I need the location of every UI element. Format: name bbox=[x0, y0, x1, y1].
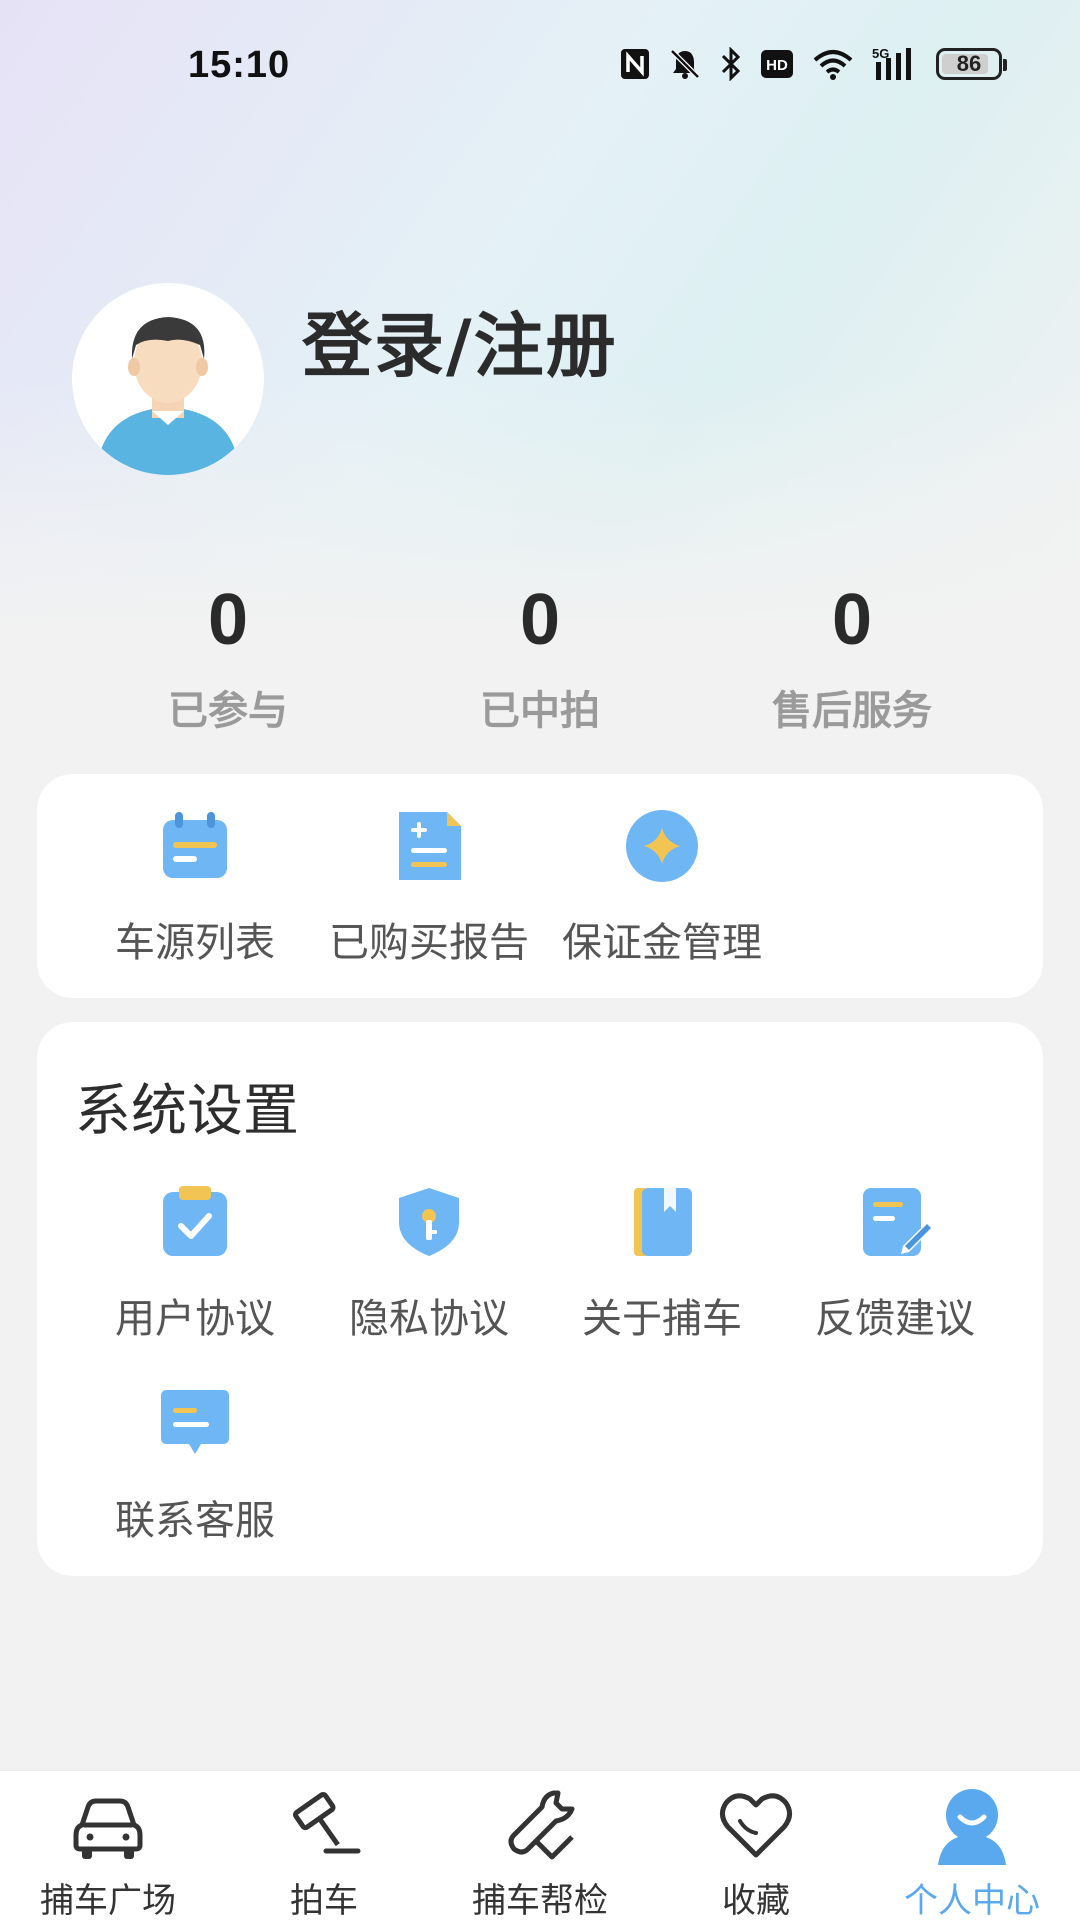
nav-item-personal-center[interactable]: 个人中心 bbox=[864, 1785, 1080, 1920]
bell-muted-icon bbox=[668, 47, 702, 81]
grid-label: 关于捕车 bbox=[582, 1296, 742, 1342]
deposit-coin-icon bbox=[626, 810, 698, 882]
heart-icon bbox=[720, 1793, 792, 1858]
nfc-icon bbox=[620, 48, 650, 80]
grid-label: 反馈建议 bbox=[815, 1296, 975, 1342]
hd-icon: HD bbox=[760, 49, 794, 79]
status-time: 15:10 bbox=[188, 44, 291, 86]
stat-label: 售后服务 bbox=[772, 688, 932, 734]
system-settings-card: 系统设置 用户协议 隐私协议 关于捕车 反馈建议 联系客服 bbox=[37, 1022, 1043, 1576]
book-icon bbox=[634, 1188, 692, 1256]
stat-after-sales[interactable]: 0 售后服务 bbox=[702, 570, 1002, 736]
grid-label: 保证金管理 bbox=[562, 920, 762, 966]
stat-value: 0 bbox=[831, 580, 873, 660]
grid-label: 用户协议 bbox=[115, 1296, 275, 1342]
auction-gavel-icon bbox=[293, 1792, 361, 1854]
avatar[interactable] bbox=[72, 283, 264, 475]
login-register-link[interactable]: 登录/注册 bbox=[302, 290, 618, 391]
grid-label: 隐私协议 bbox=[349, 1296, 509, 1342]
stat-value: 0 bbox=[207, 580, 249, 660]
nav-label: 拍车 bbox=[290, 1881, 358, 1920]
nav-item-auction[interactable]: 拍车 bbox=[216, 1785, 432, 1920]
nav-label: 收藏 bbox=[722, 1881, 790, 1920]
svg-text:HD: HD bbox=[766, 57, 788, 74]
stat-value: 0 bbox=[519, 580, 561, 660]
privacy-agreement-button[interactable]: 隐私协议 bbox=[314, 1184, 544, 1344]
battery-icon: 86 bbox=[936, 48, 1007, 80]
car-icon bbox=[73, 1798, 143, 1859]
nav-label: 捕车帮检 bbox=[472, 1881, 608, 1920]
purchased-reports-button[interactable]: 已购买报告 bbox=[314, 808, 544, 968]
calendar-list-icon bbox=[163, 812, 227, 878]
about-app-button[interactable]: 关于捕车 bbox=[547, 1184, 777, 1344]
grid-label: 联系客服 bbox=[115, 1498, 275, 1544]
stat-label: 已参与 bbox=[168, 688, 288, 734]
feedback-button[interactable]: 反馈建议 bbox=[780, 1184, 1010, 1344]
bluetooth-icon bbox=[720, 47, 742, 81]
stats-row: 0 已参与 0 已中拍 0 售后服务 bbox=[0, 570, 1080, 750]
shield-key-icon bbox=[399, 1188, 459, 1256]
wrench-icon bbox=[508, 1790, 575, 1860]
signal-5g-icon: 5G bbox=[872, 46, 918, 82]
clipboard-check-icon bbox=[163, 1186, 227, 1256]
quick-actions-card: 车源列表 已购买报告 保证金管理 bbox=[37, 774, 1043, 998]
status-bar: 15:10 HD 5G 86 bbox=[0, 0, 1080, 130]
deposit-management-button[interactable]: 保证金管理 bbox=[547, 808, 777, 968]
bottom-nav: 捕车广场 拍车 捕车帮检 收藏 个人中心 bbox=[0, 1770, 1080, 1920]
wifi-icon bbox=[812, 48, 854, 80]
vehicle-list-button[interactable]: 车源列表 bbox=[80, 808, 310, 968]
nav-label: 捕车广场 bbox=[40, 1881, 176, 1920]
nav-label: 个人中心 bbox=[904, 1881, 1040, 1920]
nav-item-favorites[interactable]: 收藏 bbox=[648, 1785, 864, 1920]
chat-bubble-icon bbox=[161, 1390, 229, 1454]
grid-label: 已购买报告 bbox=[329, 920, 529, 966]
stat-won[interactable]: 0 已中拍 bbox=[390, 570, 690, 736]
contact-support-button[interactable]: 联系客服 bbox=[80, 1386, 310, 1546]
battery-level: 86 bbox=[956, 51, 982, 76]
settings-title: 系统设置 bbox=[75, 1079, 299, 1144]
edit-note-icon bbox=[863, 1188, 933, 1256]
user-agreement-button[interactable]: 用户协议 bbox=[80, 1184, 310, 1344]
report-doc-icon bbox=[399, 812, 461, 880]
avatar-man-icon bbox=[100, 317, 236, 475]
nav-item-car-plaza[interactable]: 捕车广场 bbox=[0, 1785, 216, 1920]
stat-participated[interactable]: 0 已参与 bbox=[78, 570, 378, 736]
stat-label: 已中拍 bbox=[480, 688, 600, 734]
nav-item-inspection[interactable]: 捕车帮检 bbox=[432, 1785, 648, 1920]
status-icons: HD 5G 86 bbox=[620, 46, 1007, 82]
person-icon bbox=[938, 1789, 1006, 1865]
grid-label: 车源列表 bbox=[115, 920, 275, 966]
